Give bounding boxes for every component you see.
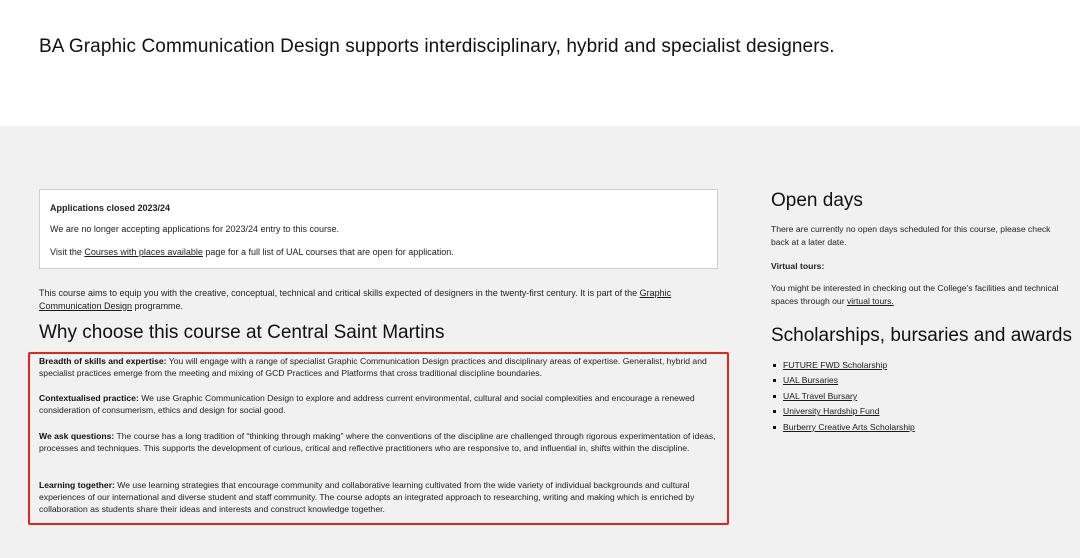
list-item: Burberry Creative Arts Scholarship bbox=[771, 420, 915, 435]
ual-bursaries-link[interactable]: UAL Bursaries bbox=[783, 375, 838, 385]
university-hardship-fund-link[interactable]: University Hardship Fund bbox=[783, 406, 879, 416]
notice-text-after: page for a full list of UAL courses that… bbox=[202, 247, 454, 257]
reason-title: Breadth of skills and expertise: bbox=[39, 356, 167, 366]
notice-title: Applications closed 2023/24 bbox=[50, 203, 171, 213]
reason-item: Learning together: We use learning strat… bbox=[39, 479, 721, 515]
scholarships-list: FUTURE FWD Scholarship UAL Bursaries UAL… bbox=[771, 358, 915, 435]
virtual-tours-link[interactable]: virtual tours. bbox=[847, 296, 894, 306]
notice-text: We are no longer accepting applications … bbox=[50, 224, 340, 234]
list-item: UAL Travel Bursary bbox=[771, 389, 915, 404]
reason-title: Contextualised practice: bbox=[39, 393, 139, 403]
virtual-tours-title: Virtual tours: bbox=[771, 261, 825, 271]
hero-section: BA Graphic Communication Design supports… bbox=[0, 0, 1080, 126]
virtual-tours-desc: You might be interested in checking out … bbox=[771, 283, 1059, 306]
ual-travel-bursary-link[interactable]: UAL Travel Bursary bbox=[783, 391, 857, 401]
courses-with-places-link[interactable]: Courses with places available bbox=[84, 247, 203, 257]
intro-text: This course aims to equip you with the c… bbox=[39, 288, 640, 298]
list-item: University Hardship Fund bbox=[771, 404, 915, 419]
list-item: FUTURE FWD Scholarship bbox=[771, 358, 915, 373]
course-overview-section: Applications closed 2023/24 We are no lo… bbox=[0, 126, 1080, 558]
applications-closed-notice: Applications closed 2023/24 We are no lo… bbox=[39, 189, 718, 269]
open-days-heading: Open days bbox=[771, 190, 863, 211]
reason-text: The course has a long tradition of “thin… bbox=[39, 431, 716, 453]
notice-text-before: Visit the bbox=[50, 247, 85, 257]
intro-after: programme. bbox=[132, 300, 184, 311]
future-fwd-scholarship-link[interactable]: FUTURE FWD Scholarship bbox=[783, 360, 887, 370]
page-title: BA Graphic Communication Design supports… bbox=[39, 36, 835, 57]
notice-link-text: Visit the Courses with places available … bbox=[50, 246, 454, 258]
reason-item: Contextualised practice: We use Graphic … bbox=[39, 392, 721, 416]
course-intro: This course aims to equip you with the c… bbox=[39, 287, 729, 312]
scholarships-heading: Scholarships, bursaries and awards bbox=[771, 325, 1072, 346]
reason-item: Breadth of skills and expertise: You wil… bbox=[39, 355, 721, 379]
reason-item: We ask questions: The course has a long … bbox=[39, 430, 721, 454]
open-days-text: There are currently no open days schedul… bbox=[771, 224, 1051, 247]
list-item: UAL Bursaries bbox=[771, 373, 915, 388]
reason-text: We use learning strategies that encourag… bbox=[39, 480, 695, 514]
virtual-tours-text: You might be interested in checking out … bbox=[771, 282, 1061, 307]
reason-title: We ask questions: bbox=[39, 431, 115, 441]
why-choose-heading: Why choose this course at Central Saint … bbox=[39, 322, 445, 343]
burberry-scholarship-link[interactable]: Burberry Creative Arts Scholarship bbox=[783, 422, 915, 432]
reasons-highlight-box: Breadth of skills and expertise: You wil… bbox=[28, 352, 729, 525]
reason-title: Learning together: bbox=[39, 480, 115, 490]
